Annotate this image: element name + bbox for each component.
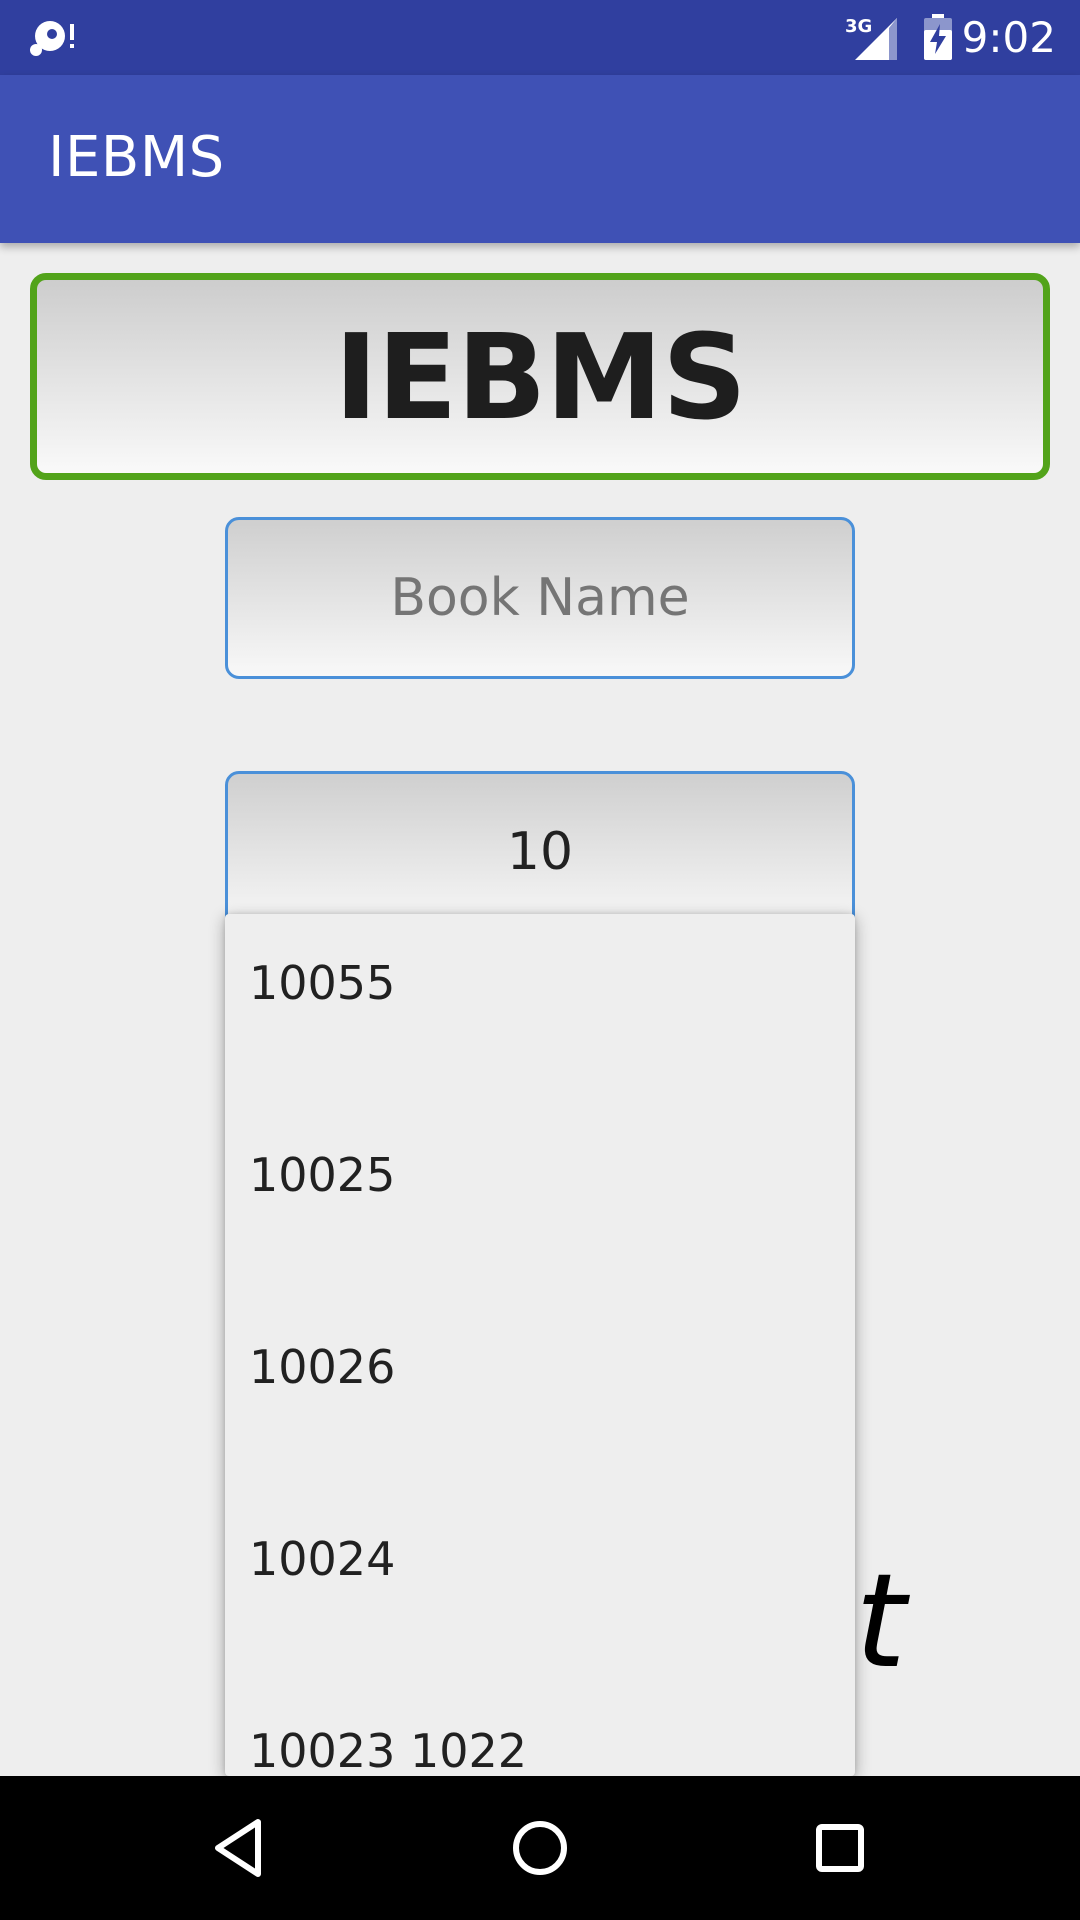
back-icon[interactable] [200,1808,280,1888]
network-label: 3G [845,16,872,37]
dropdown-item[interactable]: 10023 1022 [225,1682,855,1776]
signal-3g-icon: 3G [845,16,897,60]
media-notification-icon [30,21,74,56]
dropdown-item[interactable]: 10026 [225,1298,855,1490]
book-name-placeholder: Book Name [390,568,690,628]
background-text: t [855,1545,906,1697]
navigation-bar [0,1776,1080,1920]
dropdown-item[interactable]: 10024 [225,1490,855,1682]
app-title: IEBMS [48,125,225,190]
book-id-value: 10 [506,822,574,882]
screen: 3G 9:02 IEBMS IEBMS Book Name 10 t 10055… [0,0,1080,1920]
book-id-input[interactable]: 10 [225,771,855,933]
status-bar: 3G 9:02 [0,0,1080,75]
dropdown-item[interactable]: 10025 [225,1106,855,1298]
book-name-input[interactable]: Book Name [225,517,855,679]
header-title: IEBMS [334,307,747,446]
header-banner: IEBMS [30,273,1050,480]
home-icon[interactable] [500,1808,580,1888]
recents-icon[interactable] [800,1808,880,1888]
autocomplete-dropdown: 10055 10025 10026 10024 10023 1022 [225,914,855,1776]
dropdown-item[interactable]: 10055 [225,914,855,1106]
app-bar: IEBMS [0,75,1080,243]
status-time: 9:02 [961,13,1056,62]
battery-charging-icon [924,14,952,60]
